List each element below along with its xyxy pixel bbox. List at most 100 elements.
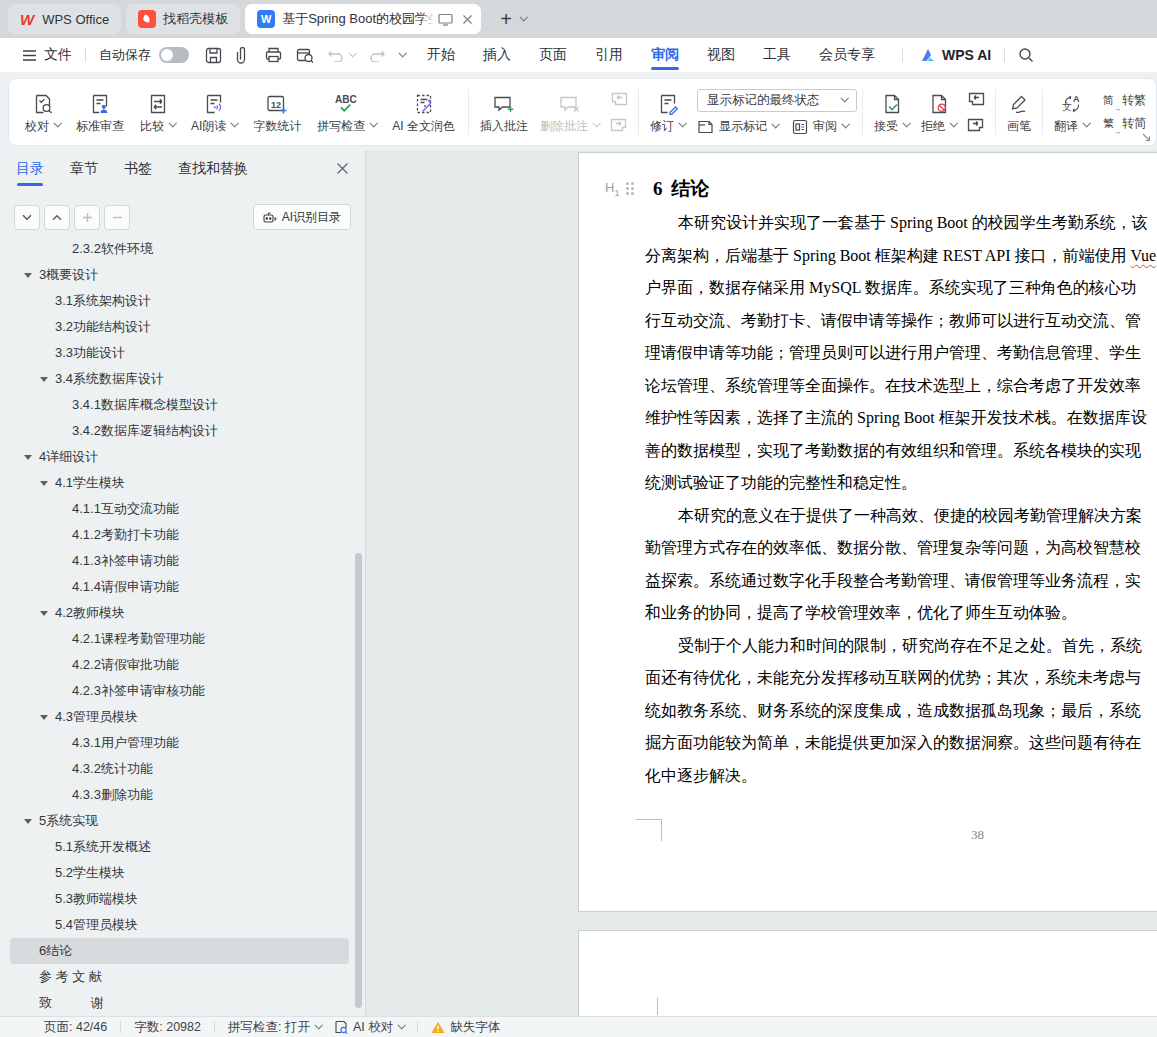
expand-triangle-icon[interactable] (24, 455, 32, 460)
tab-member[interactable]: 会员专享 (805, 38, 889, 72)
toc-item[interactable]: 3.2功能结构设计 (10, 314, 349, 340)
search-icon[interactable] (1018, 47, 1034, 63)
tab-insert[interactable]: 插入 (469, 38, 525, 72)
next-revision-button[interactable] (965, 116, 987, 135)
print-icon[interactable] (265, 47, 282, 63)
track-changes-button[interactable]: 修订 (644, 88, 691, 137)
wps-ai-button[interactable]: WPS AI (920, 47, 991, 63)
heading-level-marker[interactable]: H1 (605, 180, 634, 198)
expand-triangle-icon[interactable] (40, 377, 48, 382)
autosave-toggle[interactable] (159, 47, 189, 63)
word-count-button[interactable]: 12 字数统计 (245, 88, 309, 137)
accept-button[interactable]: 接受 (868, 88, 915, 137)
toc-item[interactable]: 5.1系统开发概述 (10, 834, 349, 860)
tab-list-chevron-icon[interactable] (519, 13, 527, 21)
new-tab-button[interactable]: + (500, 8, 512, 31)
toc-item[interactable]: 5.4管理员模块 (10, 912, 349, 938)
toc-item[interactable]: 4.2.2请假审批功能 (10, 652, 349, 678)
toc-item[interactable]: 4.1.1互动交流功能 (10, 496, 349, 522)
translate-button[interactable]: 文A 翻译 (1048, 88, 1095, 137)
toc-item[interactable]: 4.1学生模块 (10, 470, 349, 496)
toc-item[interactable]: 4.2教师模块 (10, 600, 349, 626)
toc-item[interactable]: 3.4.2数据库逻辑结构设计 (10, 418, 349, 444)
collapse-heading-button[interactable] (14, 205, 40, 230)
expand-heading-button[interactable] (44, 205, 70, 230)
expand-triangle-icon[interactable] (24, 819, 32, 824)
sidebar-scrollbar[interactable] (355, 553, 362, 1008)
close-tab-icon[interactable] (462, 14, 473, 25)
ai-proofread-status[interactable]: AI 校对 (334, 1019, 404, 1036)
spell-check-button[interactable]: ABC 拼写检查 (309, 88, 384, 137)
toc-item[interactable]: 3.3功能设计 (10, 340, 349, 366)
show-markup-button[interactable]: 显示标记 (697, 118, 778, 135)
expand-triangle-icon[interactable] (40, 481, 48, 486)
quickbar-chevron-icon[interactable] (398, 49, 406, 57)
share-screen-icon[interactable] (438, 13, 453, 26)
toc-item[interactable]: 3概要设计 (10, 262, 349, 288)
expand-triangle-icon[interactable] (24, 273, 32, 278)
toc-item[interactable]: 4.3.1用户管理功能 (10, 730, 349, 756)
traditional-to-simplified-button[interactable]: 繁 转简 (1103, 115, 1146, 132)
tab-tools[interactable]: 工具 (749, 38, 805, 72)
toc-item[interactable]: 3.1系统架构设计 (10, 288, 349, 314)
toc-item[interactable]: 4.1.2考勤打卡功能 (10, 522, 349, 548)
document-page-38[interactable]: H1 6 结论 本研究设计并实现了一套基于 Spring Boot 的校园学生考… (578, 152, 1157, 912)
toc-item[interactable]: 4.3.2统计功能 (10, 756, 349, 782)
save-icon[interactable] (205, 47, 222, 64)
word-count-indicator[interactable]: 字数: 20982 (134, 1019, 201, 1036)
expand-triangle-icon[interactable] (40, 715, 48, 720)
toc-item[interactable]: 4.1.3补签申请功能 (10, 548, 349, 574)
sidebar-tab-chapters[interactable]: 章节 (70, 160, 98, 186)
markup-state-dropdown[interactable]: 显示标记的最终状态 (697, 89, 857, 112)
standard-review-button[interactable]: 标准审查 (68, 88, 132, 137)
ai-read-button[interactable]: AI朗读 (183, 88, 245, 137)
missing-font-warning[interactable]: 缺失字体 (431, 1019, 500, 1036)
zoom-out-outline-button[interactable] (104, 205, 130, 230)
spell-check-status[interactable]: 拼写检查: 打开 (228, 1019, 321, 1036)
tab-template-store[interactable]: 找稻壳模板 (126, 4, 240, 34)
simplified-to-traditional-button[interactable]: 简 转繁 (1103, 92, 1146, 109)
proofread-button[interactable]: 校对 (17, 88, 68, 137)
ai-recognize-toc-button[interactable]: AI识别目录 (253, 204, 351, 230)
toc-item[interactable]: 3.4.1数据库概念模型设计 (10, 392, 349, 418)
zoom-in-outline-button[interactable] (74, 205, 100, 230)
previous-revision-button[interactable] (965, 90, 987, 109)
toc-item[interactable]: 5.2学生模块 (10, 860, 349, 886)
drag-handle-icon[interactable] (626, 182, 634, 195)
ribbon-expand-icon[interactable] (1142, 133, 1151, 142)
document-page-39[interactable] (578, 930, 1157, 1016)
tab-review[interactable]: 审阅 (637, 38, 693, 72)
reject-button[interactable]: 拒绝 (915, 88, 962, 137)
tab-home[interactable]: 开始 (413, 38, 469, 72)
toc-item[interactable]: 5.3教师端模块 (10, 886, 349, 912)
toc-item[interactable]: 4.2.1课程考勤管理功能 (10, 626, 349, 652)
toc-item[interactable]: 4.1.4请假申请功能 (10, 574, 349, 600)
page-indicator[interactable]: 页面: 42/46 (44, 1019, 107, 1036)
insert-comment-button[interactable]: 插入批注 (474, 88, 534, 137)
review-mode-button[interactable]: 审阅 (792, 118, 848, 135)
tab-wps-office[interactable]: W WPS Office (8, 4, 121, 34)
file-menu-button[interactable]: 文件 (22, 46, 72, 64)
toc-item[interactable]: 4.3管理员模块 (10, 704, 349, 730)
tab-view[interactable]: 视图 (693, 38, 749, 72)
ink-brush-button[interactable]: 画笔 (1001, 88, 1037, 137)
toc-item[interactable]: 3.4系统数据库设计 (10, 366, 349, 392)
toc-item[interactable]: 4.3.3删除功能 (10, 782, 349, 808)
toc-item[interactable]: 致 谢 (10, 990, 349, 1016)
sidebar-tab-find-replace[interactable]: 查找和替换 (178, 160, 248, 186)
toc-item[interactable]: 4详细设计 (10, 444, 349, 470)
toc-item[interactable]: 5系统实现 (10, 808, 349, 834)
compare-button[interactable]: 比较 (132, 88, 183, 137)
expand-triangle-icon[interactable] (40, 611, 48, 616)
print-preview-icon[interactable] (296, 47, 314, 64)
ai-polish-button[interactable]: AI 全文润色 (384, 88, 463, 137)
toc-item[interactable]: 参 考 文 献 (10, 964, 349, 990)
tab-document[interactable]: W 基于Spring Boot的校园学生 (245, 4, 481, 34)
tab-page[interactable]: 页面 (525, 38, 581, 72)
sidebar-tab-contents[interactable]: 目录 (16, 160, 44, 186)
toc-item[interactable]: 4.2.3补签申请审核功能 (10, 678, 349, 704)
export-pdf-icon[interactable] (236, 47, 251, 64)
sidebar-tab-bookmarks[interactable]: 书签 (124, 160, 152, 186)
document-body-text[interactable]: 本研究设计并实现了一套基于 Spring Boot 的校园学生考勤系统，该分离架… (645, 207, 1157, 792)
sidebar-close-icon[interactable] (336, 162, 349, 175)
